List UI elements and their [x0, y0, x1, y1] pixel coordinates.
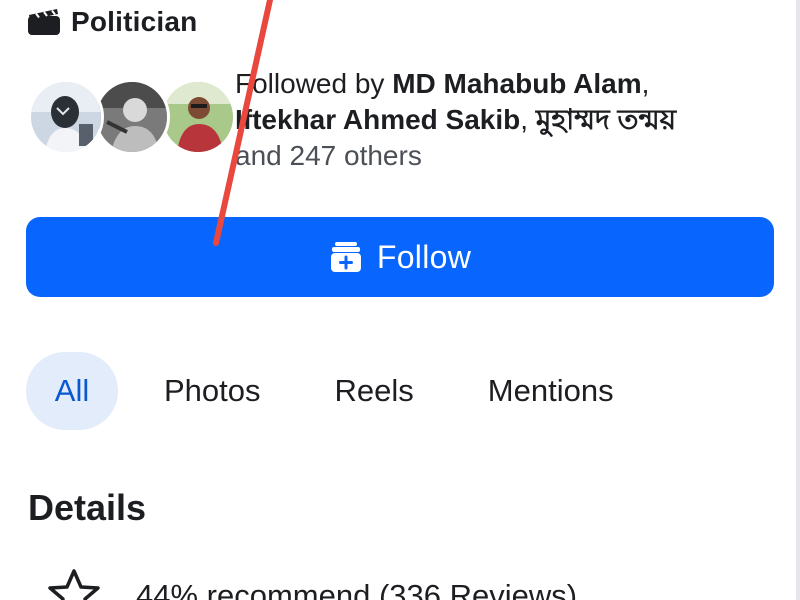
avatar[interactable] [94, 79, 170, 155]
follow-button-label: Follow [376, 238, 472, 275]
star-icon [44, 566, 104, 600]
followed-by-text: Followed by MD Mahabub Alam, Iftekhar Ah… [235, 66, 785, 174]
follower-avatars[interactable] [28, 79, 238, 155]
scrollbar-edge [796, 0, 800, 600]
followed-by-section[interactable]: Followed by MD Mahabub Alam, Iftekhar Ah… [28, 66, 788, 176]
avatar[interactable] [160, 79, 236, 155]
follower-name[interactable]: Iftekhar Ahmed Sakib [235, 104, 520, 135]
facebook-page-profile: Politician Followed by MD Mahabub Alam, … [0, 0, 800, 600]
recommend-text: 44% recommend (336 Reviews) [136, 578, 578, 600]
separator: , [641, 68, 650, 99]
profile-tabs: All Photos Reels Mentions [26, 352, 614, 430]
others-count[interactable]: and 247 others [235, 140, 422, 171]
follower-name[interactable]: মুহাম্মদ তন্ময় [536, 104, 676, 135]
tab-mentions[interactable]: Mentions [488, 352, 614, 430]
follow-button[interactable]: Follow [26, 217, 774, 297]
tab-all[interactable]: All [26, 352, 118, 430]
followed-by-prefix: Followed by [235, 68, 393, 99]
follower-name[interactable]: MD Mahabub Alam [392, 68, 641, 99]
page-category-label: Politician [71, 6, 198, 37]
tab-reels[interactable]: Reels [335, 352, 414, 430]
page-category: Politician [27, 6, 197, 38]
follow-page-icon [329, 240, 363, 274]
tab-photos[interactable]: Photos [164, 352, 261, 430]
clapperboard-icon [27, 8, 61, 36]
avatar[interactable] [28, 79, 104, 155]
separator: , [520, 104, 536, 135]
recommend-row[interactable]: 44% recommend (336 Reviews) [44, 566, 577, 600]
details-heading: Details [28, 487, 147, 528]
